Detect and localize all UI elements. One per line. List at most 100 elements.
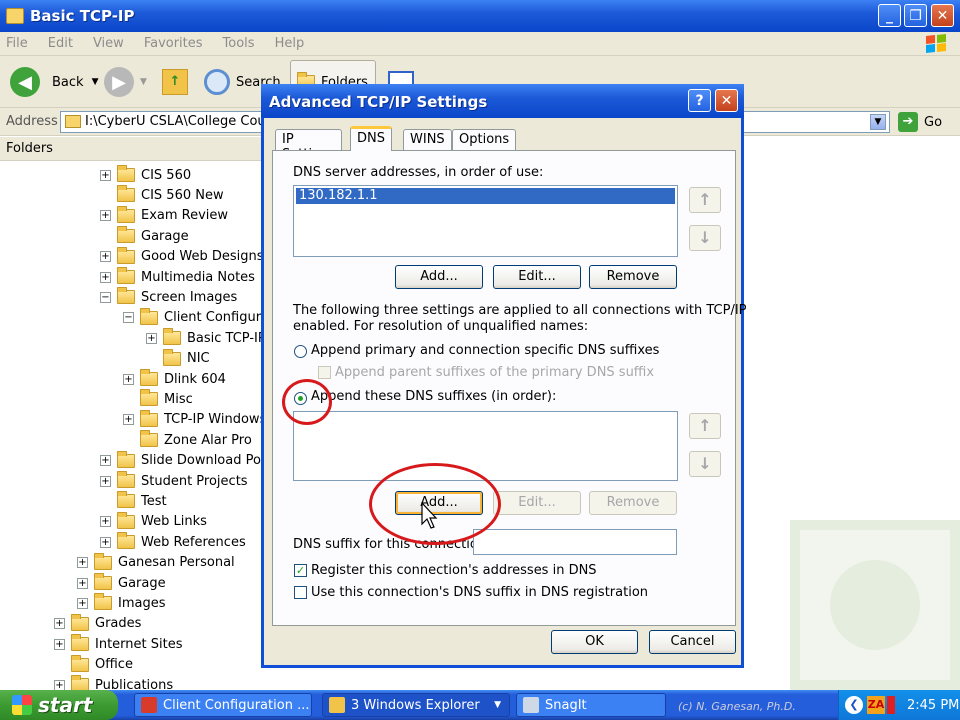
- folders-pane-header: Folders: [0, 137, 262, 161]
- minimize-button[interactable]: _: [878, 4, 901, 27]
- tree-item[interactable]: + Exam Review: [100, 205, 228, 226]
- folder-icon: [6, 8, 24, 24]
- tree-item[interactable]: + Images: [77, 593, 166, 613]
- expand-toggle-icon[interactable]: +: [54, 638, 65, 650]
- zonealarm-icon[interactable]: ZA: [867, 696, 885, 714]
- expand-toggle-icon[interactable]: +: [77, 557, 88, 569]
- expand-toggle-icon[interactable]: +: [100, 169, 111, 181]
- tree-item[interactable]: + Web References: [100, 532, 246, 552]
- folder-tree[interactable]: + CIS 560 CIS 560 New + Exam Review Garage + Go…: [0, 162, 262, 690]
- move-down-arrow-icon[interactable]: ↓: [689, 225, 721, 251]
- expand-toggle-icon[interactable]: +: [54, 679, 65, 690]
- expand-toggle-icon[interactable]: +: [100, 210, 111, 222]
- tree-item[interactable]: − Screen Images: [100, 287, 237, 307]
- expand-toggle-icon[interactable]: +: [146, 332, 157, 344]
- folder-icon: [140, 369, 158, 386]
- dns-servers-list[interactable]: 130.182.1.1: [293, 185, 678, 257]
- tab-ip-settings[interactable]: IP Settings: [275, 129, 343, 162]
- list-item[interactable]: 130.182.1.1: [296, 188, 675, 204]
- task-windows-explorer[interactable]: 3 Windows Explorer ▼: [322, 693, 510, 717]
- tree-item[interactable]: + Dlink 604: [123, 369, 226, 389]
- windows-flag-icon: [12, 695, 32, 715]
- expand-toggle-icon[interactable]: +: [100, 455, 111, 467]
- tree-item[interactable]: − Client Configurat: [123, 307, 262, 328]
- move-up-arrow-icon[interactable]: ↑: [689, 187, 721, 213]
- menu-file[interactable]: File: [6, 36, 28, 51]
- tree-item[interactable]: + Student Projects: [100, 471, 248, 491]
- tree-item[interactable]: Garage: [100, 226, 189, 246]
- dns-suffix-list[interactable]: [293, 411, 678, 481]
- tree-item[interactable]: + Good Web Designs: [100, 246, 262, 267]
- tree-item-label: Grades: [95, 616, 142, 632]
- tree-item[interactable]: NIC: [146, 348, 210, 369]
- tree-item-label: Web Links: [141, 514, 207, 530]
- dialog-close-button[interactable]: ✕: [715, 89, 738, 112]
- tree-item[interactable]: Test: [100, 491, 167, 511]
- clock[interactable]: 2:45 PM: [907, 698, 959, 713]
- dns-edit-button[interactable]: Edit...: [493, 265, 581, 289]
- radio-append-primary[interactable]: [294, 345, 307, 358]
- menu-tools[interactable]: Tools: [223, 36, 255, 51]
- tree-item[interactable]: + Multimedia Notes: [100, 267, 255, 287]
- expand-toggle-icon[interactable]: −: [100, 291, 111, 303]
- tree-item[interactable]: + Garage: [77, 573, 166, 593]
- check-register-addresses[interactable]: ✓: [294, 564, 307, 577]
- expand-toggle-icon[interactable]: +: [100, 251, 111, 263]
- tree-item[interactable]: Zone Alar Pro: [123, 430, 252, 450]
- expand-toggle-icon[interactable]: +: [123, 414, 134, 426]
- tab-dns[interactable]: DNS: [350, 126, 392, 151]
- tree-item[interactable]: + Slide Download Pool: [100, 450, 262, 471]
- tree-item[interactable]: + CIS 560: [100, 165, 191, 185]
- cancel-button[interactable]: Cancel: [649, 630, 736, 654]
- dns-add-button[interactable]: Add...: [395, 265, 483, 289]
- expand-toggle-icon[interactable]: +: [100, 475, 111, 487]
- task-client-configuration[interactable]: Client Configuration ...: [134, 693, 312, 717]
- dns-suffix-input[interactable]: [473, 529, 677, 555]
- back-button[interactable]: ◀ Back ▼: [10, 66, 98, 98]
- menu-help[interactable]: Help: [275, 36, 305, 51]
- maximize-button[interactable]: ❐: [904, 4, 927, 27]
- up-folder-button[interactable]: ↑: [162, 66, 188, 98]
- check-use-suffix[interactable]: [294, 586, 307, 599]
- tab-wins[interactable]: WINS: [403, 129, 452, 150]
- menu-edit[interactable]: Edit: [48, 36, 73, 51]
- tree-item[interactable]: + Publications: [54, 675, 173, 690]
- tree-item[interactable]: + Grades: [54, 613, 142, 634]
- expand-toggle-icon[interactable]: +: [77, 597, 88, 609]
- close-button[interactable]: ✕: [931, 4, 954, 27]
- ok-button[interactable]: OK: [551, 630, 638, 654]
- dialog-title-bar[interactable]: Advanced TCP/IP Settings: [261, 84, 744, 118]
- window-title-bar[interactable]: Basic TCP-IP _ ❐ ✕: [0, 0, 960, 32]
- expand-toggle-icon[interactable]: +: [100, 516, 111, 528]
- expand-toggle-icon[interactable]: +: [54, 618, 65, 630]
- tree-item[interactable]: + TCP-IP Windows: [123, 409, 262, 430]
- menu-view[interactable]: View: [93, 36, 124, 51]
- folder-icon: [117, 165, 135, 182]
- tree-item[interactable]: + Basic TCP-IP: [146, 328, 262, 348]
- tab-options[interactable]: Options: [452, 129, 517, 150]
- chevron-down-icon[interactable]: ▼: [870, 114, 886, 130]
- expand-toggle-icon[interactable]: +: [100, 536, 111, 548]
- show-hidden-icons-icon[interactable]: ❮: [845, 696, 863, 714]
- tree-item[interactable]: + Internet Sites: [54, 634, 182, 654]
- info-text-line-2: enabled. For resolution of unqualified n…: [293, 319, 589, 334]
- expand-toggle-icon[interactable]: +: [100, 271, 111, 283]
- start-button[interactable]: start: [0, 690, 118, 720]
- tree-item[interactable]: + Ganesan Personal: [77, 552, 235, 573]
- go-button[interactable]: ➔ Go: [898, 112, 942, 132]
- forward-button[interactable]: ▶ ▼: [104, 66, 147, 98]
- tree-item-label: Dlink 604: [164, 371, 226, 387]
- suffix-remove-button: Remove: [589, 491, 677, 515]
- dns-remove-button[interactable]: Remove: [589, 265, 677, 289]
- expand-toggle-icon[interactable]: +: [77, 577, 88, 589]
- menu-favorites[interactable]: Favorites: [144, 36, 203, 51]
- expand-toggle-icon[interactable]: −: [123, 312, 134, 324]
- help-button[interactable]: ?: [688, 89, 711, 112]
- task-snagit[interactable]: SnagIt: [516, 693, 666, 717]
- expand-toggle-icon[interactable]: +: [123, 373, 134, 385]
- tree-item[interactable]: Office: [54, 654, 133, 675]
- tree-item[interactable]: CIS 560 New: [100, 185, 224, 205]
- tree-item[interactable]: Misc: [123, 389, 193, 409]
- tree-item[interactable]: + Web Links: [100, 511, 207, 532]
